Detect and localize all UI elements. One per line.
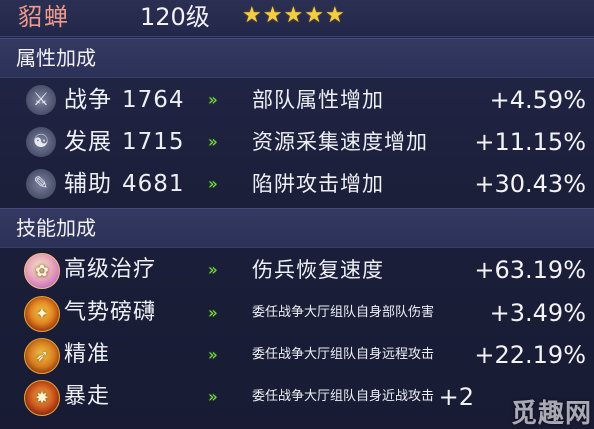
skill-name: 暴走	[64, 384, 111, 409]
double-chevron-right-icon: »	[208, 260, 218, 279]
skill-name: 高级治疗	[64, 257, 157, 282]
attribute-value: 4681	[122, 171, 185, 197]
effect-description: 委任战争大厅组队自身远程攻击	[252, 347, 435, 362]
bonus-value: +22.19%	[474, 341, 586, 369]
attribute-name: 发展	[64, 129, 112, 155]
double-chevron-right-icon: »	[208, 303, 218, 322]
attribute-row-war[interactable]: ⚔ 战争 1764 » 部队属性增加 +4.59%	[0, 80, 594, 120]
bonus-value: +3.49%	[489, 299, 586, 327]
bonus-value: +2	[438, 383, 474, 411]
bonus-value: +30.43%	[474, 170, 586, 198]
star-icon: ★	[262, 3, 283, 28]
watermark: 觅趣网	[510, 399, 592, 429]
hero-bonus-panel: 貂蝉 120级 ★ ★ ★ ★ ★ 属性加成 ⚔ 战争 1764 » 部队属性增…	[0, 0, 594, 429]
crossed-swords-icon: ⚔	[26, 85, 56, 115]
rage-skill-icon: ✸	[24, 380, 60, 416]
skill-name: 精准	[64, 342, 111, 367]
double-chevron-right-icon: »	[208, 90, 218, 109]
hero-header: 貂蝉 120级 ★ ★ ★ ★ ★	[0, 0, 594, 37]
effect-description: 资源采集速度增加	[252, 130, 428, 154]
attribute-row-support[interactable]: ✎ 辅助 4681 » 陷阱攻击增加 +30.43%	[0, 164, 594, 204]
star-icon: ★	[324, 3, 345, 28]
bonus-value: +63.19%	[474, 256, 586, 284]
bonus-value: +11.15%	[474, 128, 586, 156]
momentum-skill-icon: ✦	[24, 296, 60, 332]
skill-row-rampage[interactable]: ✸ 暴走 » 委任战争大厅组队自身近战攻击 +2	[0, 377, 594, 417]
attribute-row-development[interactable]: ☯ 发展 1715 » 资源采集速度增加 +11.15%	[0, 122, 594, 162]
precision-skill-icon: ➶	[24, 338, 60, 374]
attribute-bonus-header: 属性加成	[0, 38, 594, 78]
double-chevron-right-icon: »	[208, 174, 218, 193]
effect-description: 伤兵恢复速度	[252, 258, 384, 282]
star-rating: ★ ★ ★ ★ ★	[242, 3, 345, 29]
attribute-name: 战争	[64, 87, 112, 113]
skill-name: 气势磅礴	[64, 300, 157, 325]
effect-description: 部队属性增加	[252, 88, 384, 112]
heal-skill-icon: ✿	[24, 253, 60, 289]
star-icon: ★	[283, 3, 304, 28]
skill-row-precision[interactable]: ➶ 精准 » 委任战争大厅组队自身远程攻击 +22.19%	[0, 335, 594, 375]
attribute-value: 1764	[122, 87, 185, 113]
support-icon: ✎	[26, 169, 56, 199]
section-title: 技能加成	[16, 216, 96, 240]
attribute-name: 辅助	[64, 171, 112, 197]
double-chevron-right-icon: »	[208, 132, 218, 151]
star-icon: ★	[304, 3, 324, 28]
skill-row-momentum[interactable]: ✦ 气势磅礴 » 委任战争大厅组队自身部队伤害 +3.49%	[0, 293, 594, 333]
star-icon: ★	[242, 3, 262, 28]
effect-description: 委任战争大厅组队自身部队伤害	[252, 305, 435, 320]
skill-row-advanced-healing[interactable]: ✿ 高级治疗 » 伤兵恢复速度 +63.19%	[0, 250, 594, 290]
attribute-value: 1715	[122, 129, 185, 155]
hero-name: 貂蝉	[18, 3, 70, 31]
growth-icon: ☯	[26, 127, 56, 157]
double-chevron-right-icon: »	[208, 387, 218, 406]
section-title: 属性加成	[16, 46, 96, 70]
effect-description: 陷阱攻击增加	[252, 172, 384, 196]
effect-description: 委任战争大厅组队自身近战攻击	[252, 389, 435, 404]
skill-bonus-header: 技能加成	[0, 208, 594, 248]
bonus-value: +4.59%	[489, 86, 586, 114]
hero-level: 120级	[140, 3, 210, 31]
double-chevron-right-icon: »	[208, 345, 218, 364]
